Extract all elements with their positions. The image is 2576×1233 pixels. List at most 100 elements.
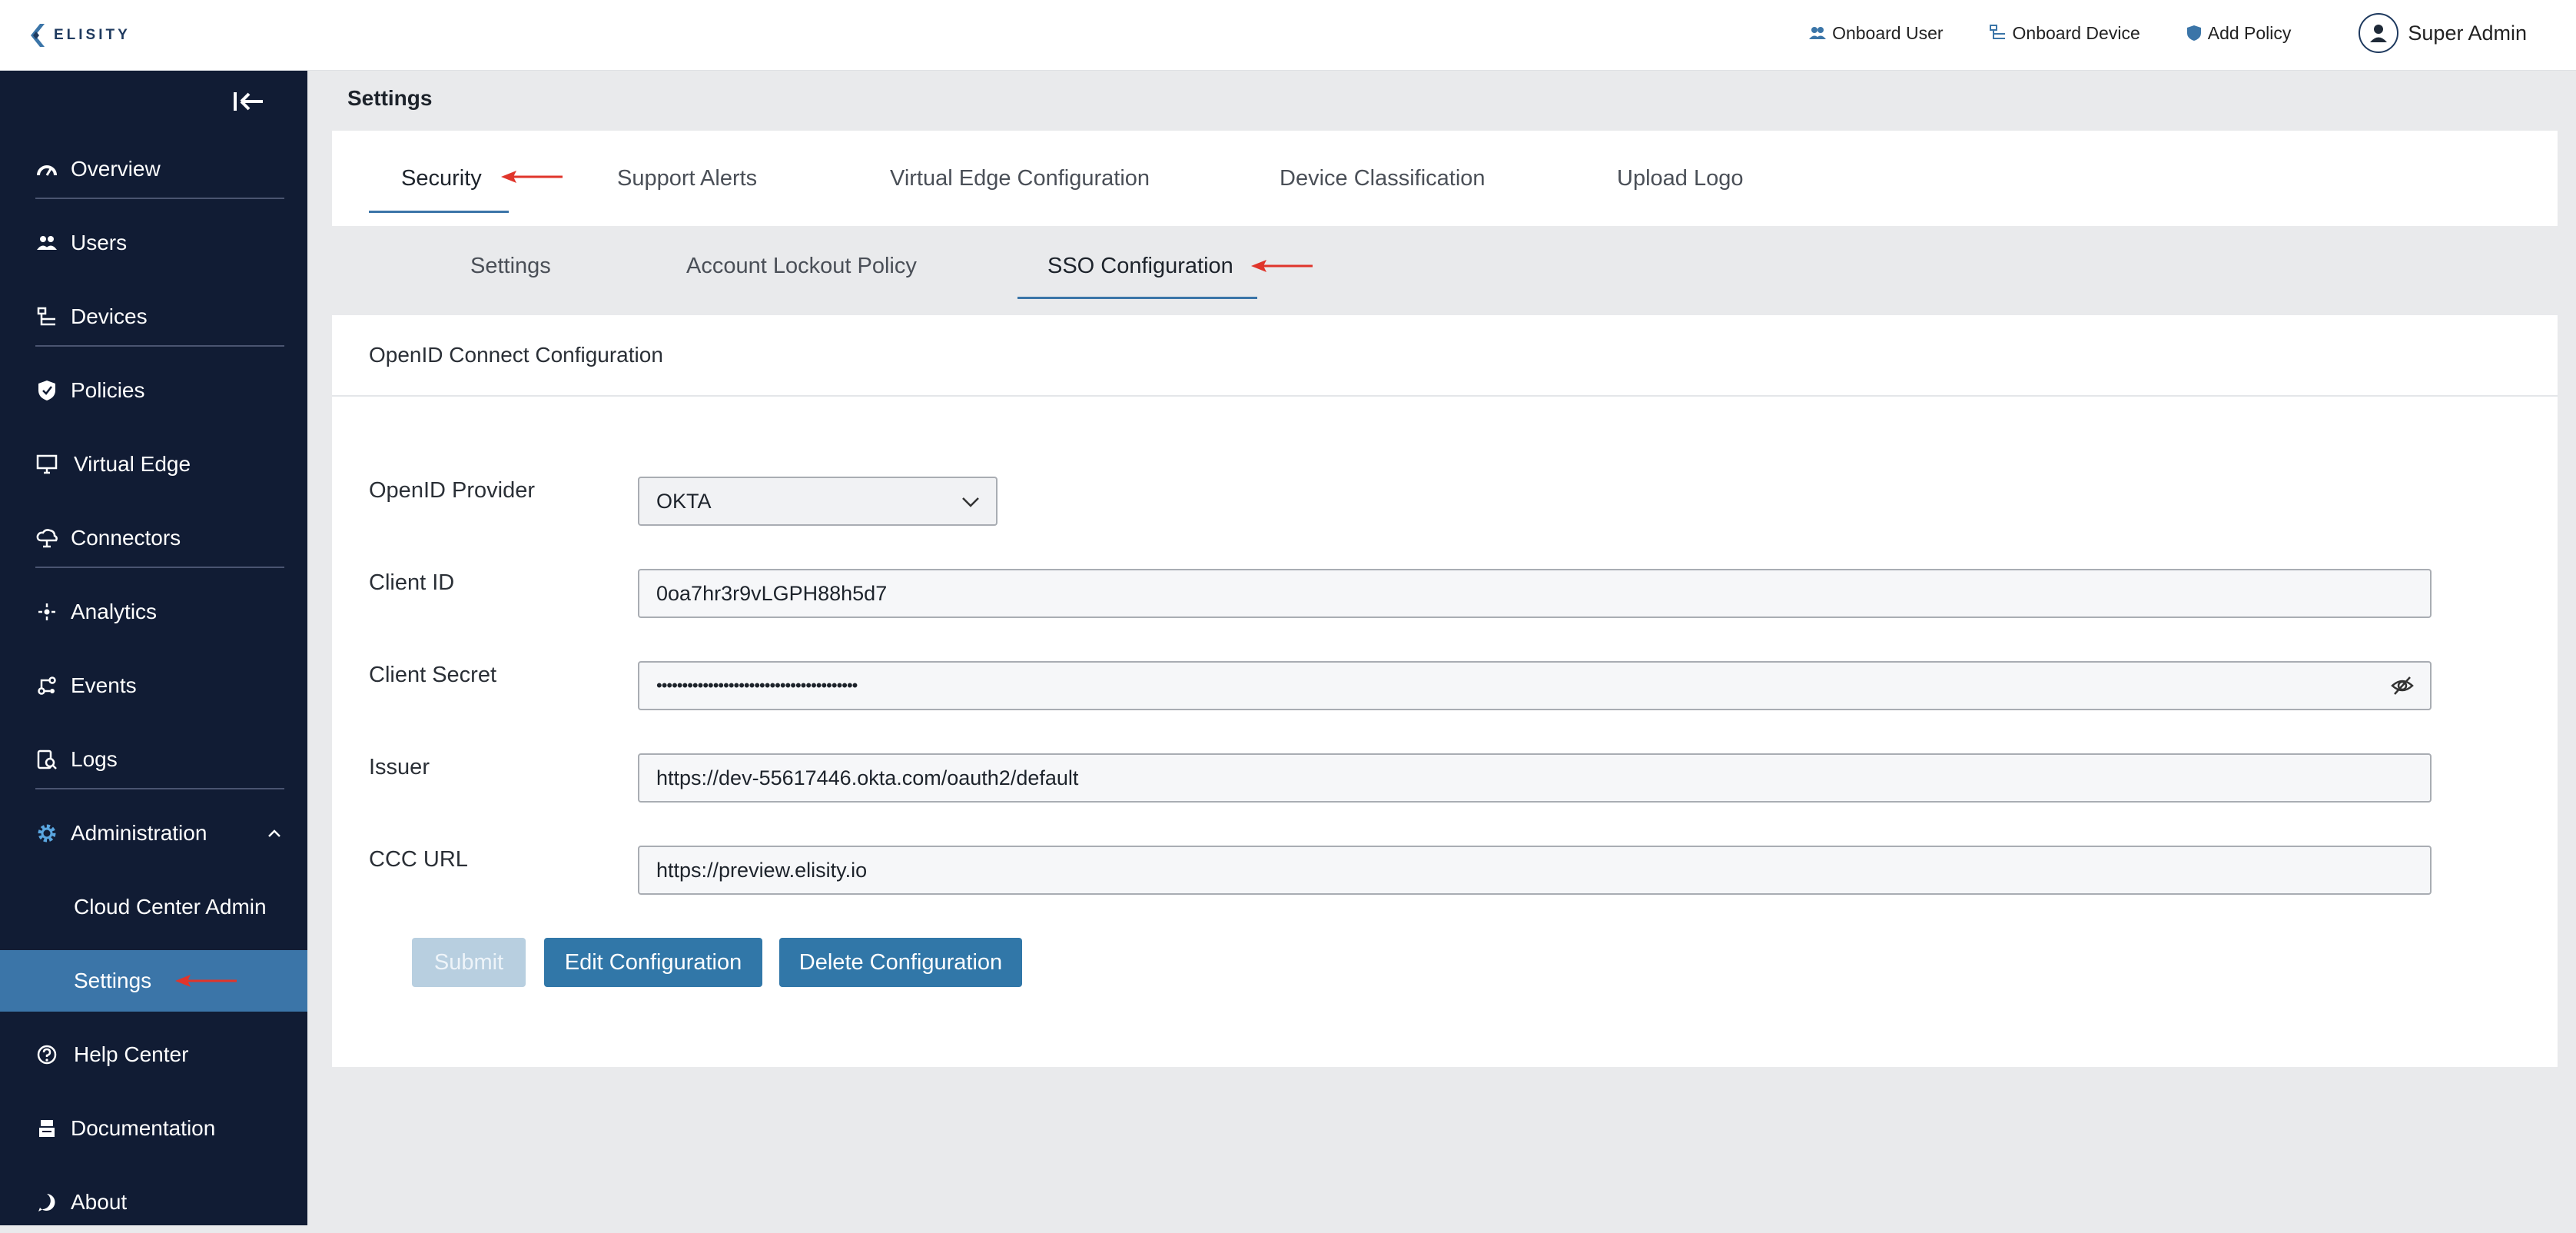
issuer-value: https://dev-55617446.okta.com/oauth2/def… (656, 766, 1079, 789)
chevron-down-icon (962, 497, 979, 507)
nav-divider (35, 788, 284, 789)
add-policy-label: Add Policy (2207, 22, 2292, 43)
onboard-user-button[interactable]: Onboard User (1809, 22, 1944, 44)
cloud-icon (35, 527, 58, 550)
security-subtabs: Settings Account Lockout Policy SSO Conf… (332, 226, 2558, 314)
sidebar-item-policies[interactable]: Policies (0, 360, 307, 421)
openid-provider-value: OKTA (656, 489, 712, 513)
top-bar: ELISITY Onboard User Onboard Device Add … (0, 0, 2576, 71)
card-header: OpenID Connect Configuration (332, 315, 2558, 397)
tab-virtual-edge-configuration[interactable]: Virtual Edge Configuration (890, 131, 1150, 226)
sidebar-item-label: Events (71, 673, 137, 697)
ccc-url-label: CCC URL (369, 847, 468, 872)
monitor-icon (35, 453, 58, 476)
collapse-sidebar-icon[interactable] (231, 86, 266, 117)
nav-divider (35, 198, 284, 199)
shield-icon (2186, 25, 2201, 41)
sidebar-item-devices[interactable]: Devices (0, 286, 307, 347)
nav-divider (35, 345, 284, 347)
device-tree-icon (35, 305, 58, 328)
gauge-icon (35, 158, 58, 181)
ccc-url-value: https://preview.elisity.io (656, 858, 868, 882)
gear-icon (35, 822, 58, 845)
user-name: Super Admin (2408, 21, 2527, 45)
sidebar-item-logs[interactable]: Logs (0, 729, 307, 790)
device-icon (1989, 25, 2005, 39)
sidebar-item-label: Connectors (71, 526, 181, 550)
sidebar-item-label: Cloud Center Admin (74, 895, 267, 919)
ccc-url-field[interactable]: https://preview.elisity.io (638, 846, 2432, 895)
submit-button[interactable]: Submit (412, 938, 526, 987)
sidebar-item-events[interactable]: Events (0, 655, 307, 716)
client-id-label: Client ID (369, 570, 455, 595)
logs-icon (35, 748, 58, 771)
onboard-user-label: Onboard User (1832, 22, 1944, 43)
sidebar-item-documentation[interactable]: Documentation (0, 1098, 307, 1159)
sidebar: Overview Users Devices Policies Virtual … (0, 71, 307, 1225)
sidebar-item-label: Settings (74, 969, 152, 992)
page-title: Settings (347, 86, 433, 110)
tab-device-classification[interactable]: Device Classification (1280, 131, 1486, 226)
active-subtab-indicator (1017, 297, 1257, 299)
subtab-account-lockout-policy[interactable]: Account Lockout Policy (686, 226, 917, 306)
annotation-arrow-icon (1251, 260, 1313, 272)
sidebar-item-label: Overview (71, 157, 161, 181)
sidebar-item-administration[interactable]: Administration (0, 803, 307, 864)
active-tab-indicator (369, 211, 509, 213)
sidebar-item-overview[interactable]: Overview (0, 138, 307, 200)
sidebar-item-label: Administration (71, 821, 207, 845)
user-avatar-icon (2359, 13, 2399, 53)
sidebar-item-help-center[interactable]: Help Center (0, 1024, 307, 1085)
tab-support-alerts[interactable]: Support Alerts (617, 131, 757, 226)
help-icon (35, 1043, 58, 1066)
delete-configuration-button[interactable]: Delete Configuration (779, 938, 1022, 987)
sidebar-item-label: Virtual Edge (74, 452, 191, 476)
tab-upload-logo[interactable]: Upload Logo (1617, 131, 1743, 226)
sidebar-item-settings[interactable]: Settings (0, 950, 307, 1012)
openid-provider-select[interactable]: OKTA (638, 477, 998, 526)
client-secret-label: Client Secret (369, 663, 497, 687)
nav-divider (35, 567, 284, 568)
annotation-arrow-icon (501, 171, 563, 183)
sidebar-item-cloud-center-admin[interactable]: Cloud Center Admin (0, 876, 307, 938)
chevron-up-icon[interactable] (267, 829, 281, 838)
settings-tabs: Security Support Alerts Virtual Edge Con… (332, 131, 2558, 226)
sidebar-item-label: Users (71, 231, 128, 254)
brand-logo-mark (31, 24, 45, 47)
onboard-device-button[interactable]: Onboard Device (1989, 23, 2140, 44)
hide-password-icon[interactable] (2390, 673, 2415, 698)
brand-logo[interactable]: ELISITY (29, 20, 131, 51)
subtab-settings[interactable]: Settings (470, 226, 551, 306)
users-icon (1809, 27, 1827, 39)
client-secret-field[interactable]: ••••••••••••••••••••••••••••••••••••••• (638, 661, 2432, 710)
issuer-field[interactable]: https://dev-55617446.okta.com/oauth2/def… (638, 753, 2432, 803)
sidebar-item-about[interactable]: About (0, 1172, 307, 1233)
client-secret-value: ••••••••••••••••••••••••••••••••••••••• (656, 676, 858, 695)
add-policy-button[interactable]: Add Policy (2186, 22, 2292, 44)
sidebar-item-label: Devices (71, 304, 148, 328)
openid-provider-label: OpenID Provider (369, 478, 535, 503)
sidebar-item-label: About (71, 1190, 128, 1214)
sidebar-item-analytics[interactable]: Analytics (0, 581, 307, 643)
client-id-value: 0oa7hr3r9vLGPH88h5d7 (656, 581, 888, 605)
sidebar-item-connectors[interactable]: Connectors (0, 507, 307, 569)
sidebar-item-label: Analytics (71, 600, 158, 623)
top-actions: Onboard User Onboard Device Add Policy S… (1809, 0, 2527, 66)
sidebar-item-label: Documentation (71, 1116, 216, 1140)
user-menu[interactable]: Super Admin (2359, 13, 2527, 53)
users-icon (35, 231, 58, 254)
annotation-arrow-icon (175, 975, 237, 987)
card-title: OpenID Connect Configuration (369, 343, 663, 367)
client-id-field[interactable]: 0oa7hr3r9vLGPH88h5d7 (638, 569, 2432, 618)
sidebar-item-users[interactable]: Users (0, 212, 307, 274)
sidebar-item-label: Policies (71, 378, 145, 402)
shield-icon (35, 379, 58, 402)
edit-configuration-button[interactable]: Edit Configuration (544, 938, 762, 987)
brand-name: ELISITY (54, 27, 131, 43)
info-icon (35, 1191, 58, 1214)
sidebar-item-virtual-edge[interactable]: Virtual Edge (0, 434, 307, 495)
sidebar-item-label: Logs (71, 747, 118, 771)
subtab-sso-configuration[interactable]: SSO Configuration (1047, 226, 1233, 306)
analytics-icon (35, 600, 58, 623)
sidebar-item-label: Help Center (74, 1042, 189, 1066)
